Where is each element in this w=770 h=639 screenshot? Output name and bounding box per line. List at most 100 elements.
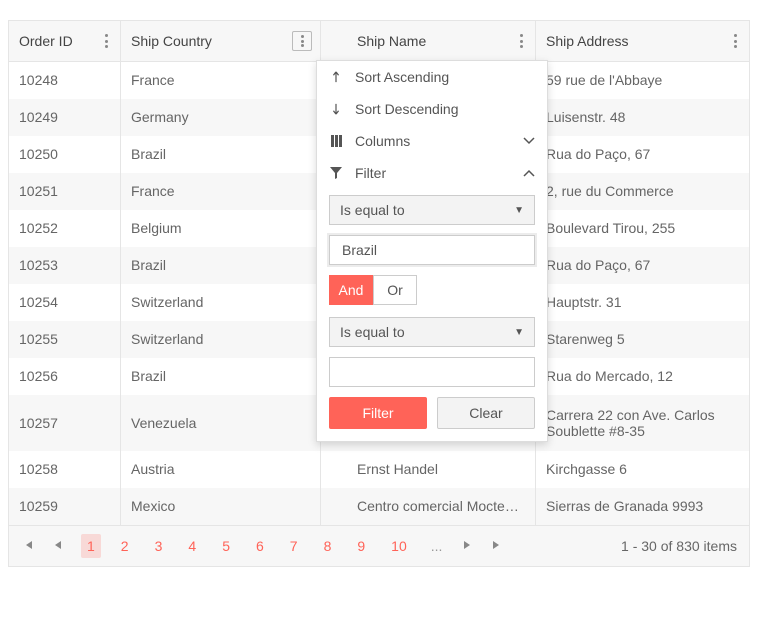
column-menu-popup: Sort Ascending Sort Descending Columns F… [316, 60, 548, 442]
pager-page[interactable]: 10 [385, 534, 413, 558]
table-cell: 2, rue du Commerce [536, 173, 750, 210]
table-cell: France [121, 173, 321, 210]
filter-value-2[interactable] [329, 357, 535, 387]
filter-clear-button[interactable]: Clear [437, 397, 535, 429]
filter-value-input[interactable] [340, 363, 524, 381]
table-cell: Sierras de Granada 9993 [536, 488, 750, 525]
table-cell: 10255 [9, 321, 121, 358]
filter-panel: Is equal to ▼ And Or Is equal to ▼ Filte… [317, 189, 547, 441]
column-header-label: Ship Name [357, 33, 426, 49]
pager-page[interactable]: 2 [115, 534, 135, 558]
pager-page[interactable]: 1 [81, 534, 101, 558]
column-header-label: Ship Country [131, 33, 212, 49]
table-cell: Kirchgasse 6 [536, 451, 750, 488]
table-cell: Boulevard Tirou, 255 [536, 210, 750, 247]
table-cell: Belgium [121, 210, 321, 247]
pager-prev-icon[interactable] [51, 535, 65, 557]
pager-next-icon[interactable] [460, 535, 474, 557]
menu-filter[interactable]: Filter [317, 157, 547, 189]
pager-pages: 123456789 10 [81, 534, 413, 558]
dropdown-arrow-icon: ▼ [514, 205, 524, 216]
table-cell: 10251 [9, 173, 121, 210]
pager-page[interactable]: 9 [351, 534, 371, 558]
pager-info: 1 - 30 of 830 items [621, 538, 737, 554]
table-cell: Starenweg 5 [536, 321, 750, 358]
menu-item-label: Sort Descending [355, 101, 459, 117]
table-cell: Brazil [121, 136, 321, 173]
table-cell: Austria [121, 451, 321, 488]
table-cell: Hauptstr. 31 [536, 284, 750, 321]
filter-operator-2[interactable]: Is equal to ▼ [329, 317, 535, 347]
table-cell: 10248 [9, 62, 121, 99]
table-cell: Rua do Mercado, 12 [536, 358, 750, 395]
table-row[interactable]: 10258AustriaErnst HandelKirchgasse 6 [9, 451, 750, 488]
table-cell: Ernst Handel [321, 451, 536, 488]
table-cell: Centro comercial Moctezuma [321, 488, 536, 525]
pager-controls: 123456789 10 ... [21, 534, 504, 558]
columns-icon [329, 135, 343, 147]
table-cell: 10249 [9, 99, 121, 136]
menu-sort-ascending[interactable]: Sort Ascending [317, 61, 547, 93]
table-cell: Brazil [121, 247, 321, 284]
menu-item-label: Filter [355, 165, 386, 181]
table-cell: 10259 [9, 488, 121, 525]
menu-item-label: Columns [355, 133, 410, 149]
chevron-up-icon [523, 166, 535, 180]
column-header-ship-country[interactable]: Ship Country [121, 21, 321, 61]
column-header-label: Order ID [19, 33, 73, 49]
grid-header-row: Order ID Ship Country Ship Name Ship Add… [9, 21, 750, 62]
pager-page[interactable]: 5 [216, 534, 236, 558]
column-menu-icon[interactable] [292, 31, 312, 51]
table-cell: 10258 [9, 451, 121, 488]
table-cell: 10254 [9, 284, 121, 321]
filter-value-1[interactable] [329, 235, 535, 265]
column-menu-icon[interactable] [515, 33, 527, 49]
column-header-order-id[interactable]: Order ID [9, 21, 121, 61]
table-cell: Switzerland [121, 284, 321, 321]
table-cell: 59 rue de l'Abbaye [536, 62, 750, 99]
pager-last-icon[interactable] [490, 535, 504, 557]
filter-operator-1[interactable]: Is equal to ▼ [329, 195, 535, 225]
table-row[interactable]: 10259MexicoCentro comercial MoctezumaSie… [9, 488, 750, 525]
pager-page[interactable]: 4 [182, 534, 202, 558]
filter-logic-or[interactable]: Or [373, 275, 417, 305]
column-header-ship-name[interactable]: Ship Name [321, 21, 536, 61]
pager-ellipsis[interactable]: ... [429, 534, 445, 558]
pager-page[interactable]: 8 [318, 534, 338, 558]
pager-page[interactable]: 6 [250, 534, 270, 558]
table-cell: 10257 [9, 395, 121, 451]
filter-operator-label: Is equal to [340, 324, 405, 340]
table-cell: Venezuela [121, 395, 321, 451]
table-cell: Switzerland [121, 321, 321, 358]
chevron-down-icon [523, 134, 535, 148]
column-menu-icon[interactable] [100, 33, 112, 49]
table-cell: 10250 [9, 136, 121, 173]
filter-apply-button[interactable]: Filter [329, 397, 427, 429]
arrow-down-icon [329, 103, 343, 115]
filter-logic-group: And Or [329, 275, 535, 305]
pager-first-icon[interactable] [21, 535, 35, 557]
pager-page[interactable]: 3 [149, 534, 169, 558]
pager-page[interactable]: 7 [284, 534, 304, 558]
arrow-up-icon [329, 71, 343, 83]
filter-icon [329, 167, 343, 179]
filter-value-input[interactable] [340, 241, 524, 259]
table-cell: Rua do Paço, 67 [536, 247, 750, 284]
column-menu-icon[interactable] [729, 33, 741, 49]
table-cell: 10252 [9, 210, 121, 247]
filter-operator-label: Is equal to [340, 202, 405, 218]
filter-buttons: Filter Clear [329, 397, 535, 429]
menu-sort-descending[interactable]: Sort Descending [317, 93, 547, 125]
table-cell: Mexico [121, 488, 321, 525]
table-cell: Germany [121, 99, 321, 136]
table-cell: France [121, 62, 321, 99]
table-cell: Brazil [121, 358, 321, 395]
filter-logic-and[interactable]: And [329, 275, 373, 305]
column-header-label: Ship Address [546, 33, 629, 49]
menu-columns[interactable]: Columns [317, 125, 547, 157]
table-cell: Luisenstr. 48 [536, 99, 750, 136]
grid-pager: 123456789 10 ... 1 - 30 of 830 items [9, 525, 750, 566]
table-cell: Carrera 22 con Ave. Carlos Soublette #8-… [536, 395, 750, 451]
table-cell: Rua do Paço, 67 [536, 136, 750, 173]
column-header-ship-address[interactable]: Ship Address [536, 21, 750, 61]
